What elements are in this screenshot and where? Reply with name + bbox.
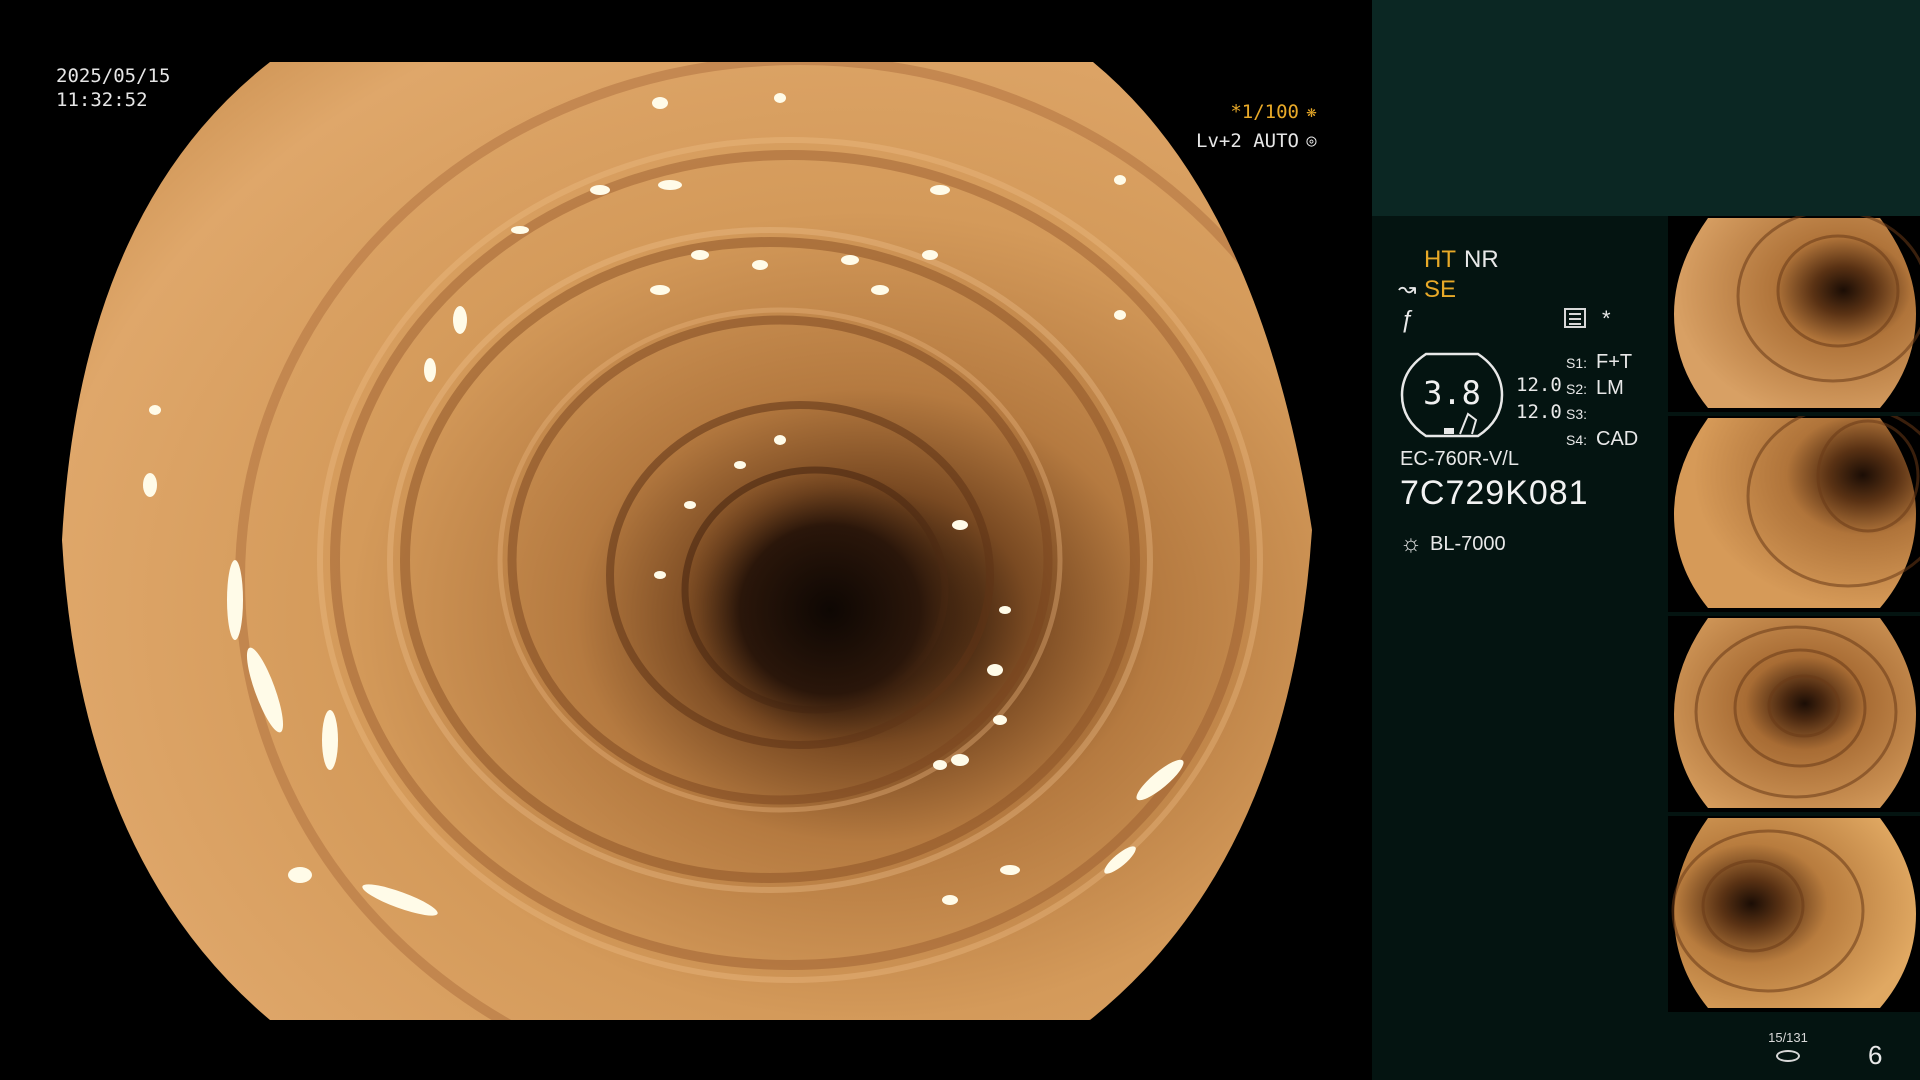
zoom-limits: 12.0 12.0 [1516,372,1562,426]
light-source-model: BL-7000 [1430,532,1506,555]
thumbnail-3[interactable] [1668,616,1920,812]
zoom-lower: 12.0 [1516,401,1562,423]
scope-switch-assignments: S1: F+T S2: LM S3: S4: CAD [1566,350,1638,453]
switch-key: S4: [1566,432,1588,448]
captured-thumbnails [1668,216,1920,1016]
switch-s2: S2: LM [1566,376,1638,402]
scope-model: EC-760R-V/L [1400,448,1519,470]
capture-counter: 15/131 [1768,1030,1808,1045]
endoscopy-screen: 2025/05/15 11:32:52 *1/100 ❋ Lv+2 AUTO ◎… [0,0,1920,1080]
zoom-upper: 12.0 [1516,374,1562,396]
exposure-overlay: *1/100 ❋ Lv+2 AUTO ◎ [1196,98,1320,156]
lamp-icon: ☼ [1400,530,1422,557]
storage-icon [1776,1050,1800,1062]
ht-mode-label: HT [1424,246,1456,273]
light-source-row: ☼ BL-7000 [1400,530,1506,558]
switch-s4: S4: CAD [1566,427,1638,453]
date-text: 2025/05/15 [56,65,171,87]
shutter-speed-text: *1/100 [1230,101,1299,123]
status-panel: HT NR ↝ SE ƒ * 3.8 12.0 12.0 S1: F+T S2: [1372,0,1920,1080]
switch-key: S1: [1566,355,1588,371]
switch-s1: S1: F+T [1566,350,1638,376]
time-text: 11:32:52 [56,89,148,111]
iris-mode-text: Lv+2 AUTO [1196,130,1299,152]
switch-key: S3: [1566,406,1588,422]
switch-key: S2: [1566,381,1588,397]
page-number: 6 [1868,1040,1883,1070]
scope-serial: 7C729K081 [1400,474,1589,512]
thumbnail-1[interactable] [1668,216,1920,412]
switch-s3: S3: [1566,402,1638,427]
thumbnail-4[interactable] [1668,816,1920,1012]
switch-value: CAD [1596,428,1639,450]
endoscope-live-view [0,0,1372,1080]
panel-header-area [1372,0,1920,216]
asterisk-marker: * [1602,306,1611,331]
switch-value: F+T [1596,351,1633,373]
se-mode-label: SE [1424,276,1457,303]
nr-mode-label: NR [1464,246,1499,273]
aperture-icon: ❋ [1306,102,1317,122]
iris-icon: ◎ [1306,131,1317,151]
function-icon: ƒ [1400,306,1414,333]
thumbnail-2[interactable] [1668,416,1920,612]
signal-enhance-icon: ↝ [1398,276,1417,301]
switch-value: LM [1596,377,1624,399]
memory-list-icon [1564,308,1586,328]
datetime-overlay: 2025/05/15 11:32:52 [56,64,170,112]
zoom-value: 3.8 [1423,374,1481,412]
